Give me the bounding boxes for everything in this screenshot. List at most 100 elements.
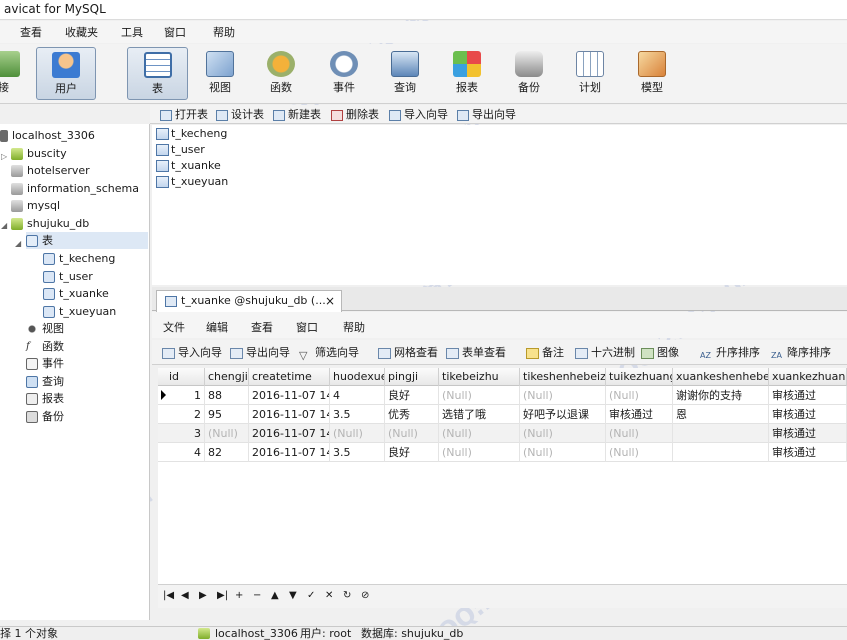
menu-file[interactable]: 文件 (163, 319, 185, 335)
table-row[interactable]: 2 95 2016-11-07 14: 3.5 优秀 选错了哦 好吧予以退课 审核通过恩审核通… (158, 405, 847, 424)
column-header[interactable]: pingji (385, 368, 439, 386)
table-cell[interactable]: 审核通过 (606, 405, 673, 424)
tree-tables-folder[interactable]: 表 (26, 232, 148, 249)
tree-db-buscity[interactable]: buscity (11, 145, 67, 162)
table-cell[interactable] (673, 424, 769, 443)
table-cell[interactable]: 2016-11-07 14: (249, 443, 330, 462)
new-table-button[interactable]: 新建表 (273, 107, 321, 122)
toolbar-connection-button[interactable]: 接 (0, 47, 20, 100)
table-cell[interactable]: 1 (166, 386, 205, 405)
table-cell[interactable]: 2016-11-07 14: (249, 386, 330, 405)
table-cell[interactable]: 审核通过 (769, 424, 847, 443)
table-cell[interactable]: 谢谢你的支持 (673, 386, 769, 405)
object-list-item[interactable]: t_user (156, 142, 205, 158)
menu-help[interactable]: 帮助 (213, 24, 235, 40)
refresh-icon[interactable]: ↻ (343, 589, 351, 603)
table-cell[interactable]: 审核通过 (769, 405, 847, 424)
close-icon[interactable]: × (325, 291, 335, 311)
tree-table-t-user[interactable]: t_user (43, 268, 93, 285)
table-cell[interactable]: 88 (205, 386, 249, 405)
tree-backups[interactable]: 备份 (26, 408, 64, 425)
table-cell[interactable]: 3.5 (330, 405, 385, 424)
tree-views[interactable]: 视图 (26, 320, 64, 337)
table-cell[interactable]: 4 (166, 443, 205, 462)
cancel-icon[interactable]: ✕ (325, 589, 333, 603)
column-header[interactable]: xuankezhuang (769, 368, 847, 386)
toolbar-view-button[interactable]: 视图 (191, 47, 249, 100)
column-header[interactable]: tuikezhuang (606, 368, 673, 386)
import-wizard-button[interactable]: 导入向导 (389, 107, 448, 122)
table-row[interactable]: 3 (Null) 2016-11-07 14: (Null) (Null) (Null)(… (158, 424, 847, 443)
column-header[interactable]: createtime (249, 368, 330, 386)
table-cell[interactable]: (Null) (520, 443, 606, 462)
table-cell[interactable]: (Null) (606, 424, 673, 443)
tree-db-mysql[interactable]: mysql (11, 197, 60, 214)
menu-window[interactable]: 窗口 (164, 24, 186, 40)
table-cell[interactable]: 良好 (385, 386, 439, 405)
stop-icon[interactable]: ⊘ (361, 589, 369, 603)
import-wizard-button[interactable]: 导入向导 (162, 345, 222, 360)
table-cell[interactable]: 审核通过 (769, 386, 847, 405)
toolbar-function-button[interactable]: 函数 (252, 47, 310, 100)
table-cell[interactable]: 3.5 (330, 443, 385, 462)
object-list-item[interactable]: t_xueyuan (156, 174, 228, 190)
object-list-item[interactable]: t_xuanke (156, 158, 221, 174)
delete-record-icon[interactable]: − (253, 589, 261, 603)
last-record-icon[interactable]: ▶| (217, 589, 228, 603)
menu-favorites[interactable]: 收藏夹 (65, 24, 98, 40)
design-table-button[interactable]: 设计表 (216, 107, 264, 122)
table-cell[interactable]: 良好 (385, 443, 439, 462)
table-cell[interactable]: 2016-11-07 14: (249, 424, 330, 443)
table-cell[interactable]: 选错了哦 (439, 405, 520, 424)
collapse-arrow-icon[interactable]: ◢ (1, 221, 7, 230)
add-record-icon[interactable]: + (235, 589, 243, 603)
collapse-arrow-icon[interactable]: ◢ (15, 239, 21, 248)
grid-view-button[interactable]: 网格查看 (378, 345, 438, 360)
table-cell[interactable] (673, 443, 769, 462)
column-header[interactable]: chengji (205, 368, 249, 386)
expand-arrow-icon[interactable]: ▷ (1, 152, 7, 161)
export-wizard-button[interactable]: 导出向导 (230, 345, 290, 360)
table-cell[interactable]: (Null) (520, 424, 606, 443)
open-table-button[interactable]: 打开表 (160, 107, 208, 122)
table-cell[interactable]: (Null) (439, 424, 520, 443)
tree-table-t-kecheng[interactable]: t_kecheng (43, 250, 115, 267)
menu-view[interactable]: 查看 (20, 24, 42, 40)
menu-help[interactable]: 帮助 (343, 319, 365, 335)
prev-record-icon[interactable]: ◀ (181, 589, 189, 603)
hex-button[interactable]: 十六进制 (575, 345, 635, 360)
menu-view[interactable]: 查看 (251, 319, 273, 335)
table-cell[interactable]: (Null) (606, 386, 673, 405)
object-list-item[interactable]: t_kecheng (156, 126, 227, 142)
sort-ascending-button[interactable]: AZ 升序排序 (700, 345, 760, 360)
menu-tools[interactable]: 工具 (121, 24, 143, 40)
tree-events[interactable]: 事件 (26, 355, 64, 372)
next-record-icon[interactable]: ▶ (199, 589, 207, 603)
toolbar-query-button[interactable]: 查询 (376, 47, 434, 100)
sort-descending-button[interactable]: ZA 降序排序 (771, 345, 831, 360)
toolbar-schedule-button[interactable]: 计划 (561, 47, 619, 100)
table-cell[interactable]: 4 (330, 386, 385, 405)
table-cell[interactable]: 2 (166, 405, 205, 424)
tree-functions[interactable]: f 函数 (26, 338, 64, 355)
menu-edit[interactable]: 编辑 (206, 319, 228, 335)
table-row[interactable]: 1 88 2016-11-07 14: 4 良好 (Null) (Null) (Null) 谢谢… (158, 386, 847, 405)
table-cell[interactable]: (Null) (520, 386, 606, 405)
filter-wizard-button[interactable]: ▽ 筛选向导 (299, 345, 359, 362)
tree-db-information-schema[interactable]: information_schema (11, 180, 139, 197)
tree-table-t-xueyuan[interactable]: t_xueyuan (43, 303, 116, 320)
tree-reports[interactable]: 报表 (26, 390, 64, 407)
toolbar-event-button[interactable]: 事件 (315, 47, 373, 100)
move-down-icon[interactable]: ▼ (289, 589, 297, 603)
column-header[interactable]: xuankeshenhebeiz (673, 368, 769, 386)
tree-table-t-xuanke[interactable]: t_xuanke (43, 285, 109, 302)
move-up-icon[interactable]: ▲ (271, 589, 279, 603)
table-cell[interactable]: (Null) (330, 424, 385, 443)
form-view-button[interactable]: 表单查看 (446, 345, 506, 360)
toolbar-report-button[interactable]: 报表 (438, 47, 496, 100)
image-button[interactable]: 图像 (641, 345, 679, 360)
table-cell[interactable]: (Null) (606, 443, 673, 462)
column-header[interactable]: tikeshenhebeizhu (520, 368, 606, 386)
tree-queries[interactable]: 查询 (26, 373, 64, 390)
table-cell[interactable]: 优秀 (385, 405, 439, 424)
